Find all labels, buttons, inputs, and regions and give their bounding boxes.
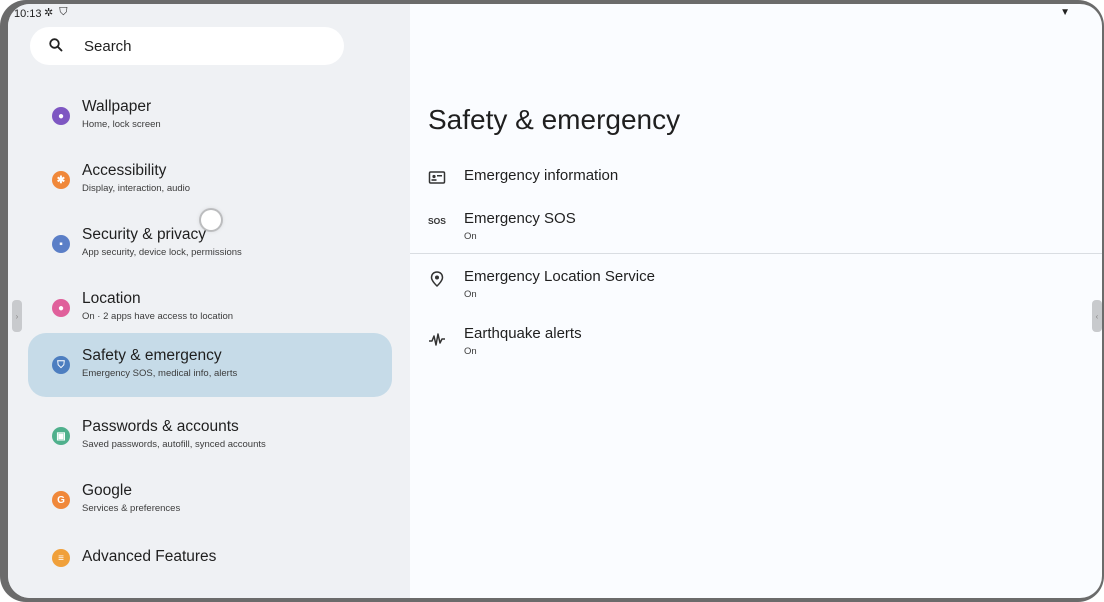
search-bar[interactable]: Search	[30, 27, 344, 65]
sidebar-item-title: Wallpaper	[82, 98, 152, 115]
sidebar-item-subtitle: Services & preferences	[82, 503, 181, 514]
advanced-features-icon: ≡	[52, 549, 70, 567]
sidebar-item-title: Safety & emergency	[82, 347, 222, 364]
sidebar-item-subtitle: On · 2 apps have access to location	[82, 311, 234, 322]
sidebar-item-subtitle: Display, interaction, audio	[82, 183, 191, 194]
google-icon: G	[52, 491, 70, 509]
row-subtitle: On	[464, 346, 477, 357]
sidebar-item-title: Advanced Features	[82, 548, 217, 565]
id-card-icon	[428, 171, 446, 184]
accessibility-icon: ✱	[52, 171, 70, 189]
row-emergency-location-service[interactable]: Emergency Location Service On	[410, 268, 1102, 318]
left-edge-handle[interactable]: ›	[12, 300, 22, 332]
search-label: Search	[84, 38, 132, 55]
sos-icon: SOS	[428, 216, 446, 226]
touch-indicator	[201, 210, 221, 230]
sidebar-item-subtitle: Emergency SOS, medical info, alerts	[82, 368, 238, 379]
location-pin-icon: ●	[52, 299, 70, 317]
sidebar-item-accessibility[interactable]: ✱ Accessibility Display, interaction, au…	[28, 148, 392, 212]
sidebar-item-title: Passwords & accounts	[82, 418, 239, 435]
row-earthquake-alerts[interactable]: Earthquake alerts On	[410, 325, 1102, 375]
safety-shield-icon: ⛉	[52, 356, 70, 374]
account-icon: ▣	[52, 427, 70, 445]
status-icons: ✲ ⛉	[44, 6, 67, 19]
search-icon	[49, 38, 63, 52]
sidebar-item-wallpaper[interactable]: ● Wallpaper Home, lock screen	[28, 84, 392, 148]
sidebar: Search ● Wallpaper Home, lock screen ✱ A…	[8, 4, 410, 598]
lock-icon: ▪	[52, 235, 70, 253]
row-subtitle: On	[464, 289, 477, 300]
row-title: Emergency SOS	[464, 210, 576, 227]
sidebar-item-google[interactable]: G Google Services & preferences	[28, 468, 392, 532]
row-title: Emergency Location Service	[464, 268, 655, 285]
shield-icon: ⛉	[59, 6, 68, 18]
sidebar-item-title: Accessibility	[82, 162, 167, 179]
status-time: 10:13	[14, 8, 42, 20]
row-subtitle: On	[464, 231, 477, 242]
sidebar-item-advanced-features[interactable]: ≡ Advanced Features	[28, 526, 392, 590]
main-content: Safety & emergency Emergency information…	[410, 4, 1102, 598]
gear-icon: ✲	[44, 7, 54, 19]
sidebar-item-title: Google	[82, 482, 132, 499]
sidebar-item-passwords-accounts[interactable]: ▣ Passwords & accounts Saved passwords, …	[28, 404, 392, 468]
palette-icon: ●	[52, 107, 70, 125]
sidebar-item-safety-emergency[interactable]: ⛉ Safety & emergency Emergency SOS, medi…	[28, 333, 392, 397]
sidebar-item-subtitle: App security, device lock, permissions	[82, 247, 242, 258]
screen: 10:13 ✲ ⛉ ▼ Search ● Wallpaper Home, loc…	[8, 4, 1102, 598]
sidebar-item-subtitle: Saved passwords, autofill, synced accoun…	[82, 439, 266, 450]
row-title: Emergency information	[464, 167, 619, 184]
sidebar-item-title: Security & privacy	[82, 226, 207, 243]
sidebar-item-location[interactable]: ● Location On · 2 apps have access to lo…	[28, 276, 392, 340]
row-title: Earthquake alerts	[464, 325, 582, 342]
sidebar-item-title: Location	[82, 290, 141, 307]
location-target-icon	[430, 271, 444, 288]
divider	[410, 253, 1102, 254]
sidebar-item-subtitle: Home, lock screen	[82, 119, 161, 130]
right-edge-handle[interactable]: ‹	[1092, 300, 1102, 332]
status-bar: 10:13 ✲ ⛉ ▼	[8, 4, 1102, 24]
earthquake-wave-icon	[429, 333, 445, 346]
page-title: Safety & emergency	[428, 104, 681, 135]
wifi-icon: ▼	[1060, 7, 1070, 18]
device-frame: 10:13 ✲ ⛉ ▼ Search ● Wallpaper Home, loc…	[0, 0, 1104, 602]
